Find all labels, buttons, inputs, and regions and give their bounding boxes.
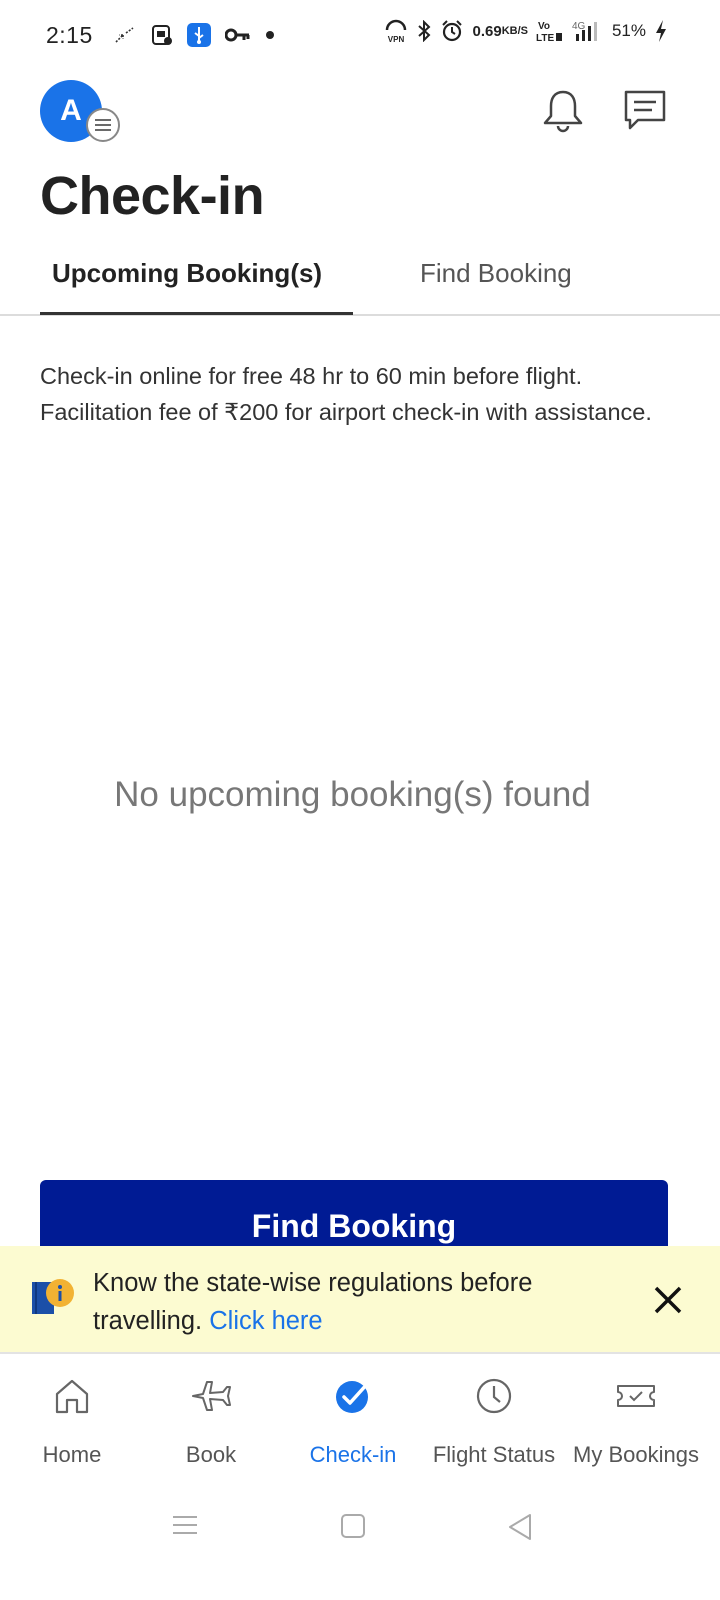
net-speed-value: 0.69 xyxy=(472,22,502,40)
empty-state-message: No upcoming booking(s) found xyxy=(114,775,591,814)
banner-message: Know the state-wise regulations before t… xyxy=(93,1264,613,1340)
sim-icon xyxy=(151,24,173,46)
tab-bar: Upcoming Booking(s) Find Booking xyxy=(0,240,720,316)
alarm-icon xyxy=(440,19,464,43)
tab-upcoming-bookings[interactable]: Upcoming Booking(s) xyxy=(52,258,322,289)
nav-item-home[interactable]: Home xyxy=(0,1374,144,1468)
banner-link[interactable]: Click here xyxy=(209,1307,322,1335)
battery-percent: 51% xyxy=(611,21,646,40)
bell-icon[interactable] xyxy=(540,88,586,139)
home-button-icon[interactable] xyxy=(340,1513,366,1544)
check-circle-icon xyxy=(281,1374,425,1418)
vpn-icon: VPN xyxy=(384,18,408,44)
signal-icon: 4G xyxy=(572,19,604,43)
avatar-letter: A xyxy=(60,94,82,127)
ticket-icon xyxy=(564,1374,708,1418)
nav-item-check-in[interactable]: Check-in xyxy=(281,1374,425,1468)
svg-text:VPN: VPN xyxy=(388,35,405,44)
nav-item-flight-status[interactable]: Flight Status xyxy=(422,1374,566,1468)
clock-icon xyxy=(422,1374,566,1418)
nav-label-check-in: Check-in xyxy=(309,1442,397,1467)
status-bar: 2:15 VPN 0.69 KB/S Vo LTE 4G 51% xyxy=(0,0,720,70)
charging-icon xyxy=(654,19,668,43)
dot-icon xyxy=(265,30,275,40)
svg-text:LTE: LTE xyxy=(536,33,554,43)
chat-icon[interactable] xyxy=(622,88,668,139)
status-time: 2:15 xyxy=(46,21,93,48)
page-title: Check-in xyxy=(40,166,265,226)
status-right-icons: VPN 0.69 KB/S Vo LTE 4G 51% xyxy=(384,18,668,44)
missed-call-icon xyxy=(113,25,137,45)
svg-text:Vo: Vo xyxy=(538,21,550,32)
nav-label-my-bookings: My Bookings xyxy=(573,1442,699,1467)
system-navigation xyxy=(0,1495,720,1600)
home-icon xyxy=(0,1374,144,1418)
nav-item-my-bookings[interactable]: My Bookings xyxy=(564,1374,708,1468)
close-icon[interactable] xyxy=(652,1284,684,1321)
regulations-banner: Know the state-wise regulations before t… xyxy=(0,1246,720,1354)
recents-icon[interactable] xyxy=(170,1513,200,1542)
checkin-info-text: Check-in online for free 48 hr to 60 min… xyxy=(40,363,652,425)
net-speed-unit: KB/S xyxy=(501,24,528,37)
key-icon xyxy=(224,27,251,43)
tab-find-booking[interactable]: Find Booking xyxy=(420,258,572,289)
volte-icon: Vo LTE xyxy=(536,19,564,43)
info-book-icon xyxy=(30,1278,78,1323)
nav-label-book: Book xyxy=(185,1442,237,1467)
status-left-icons xyxy=(113,23,275,47)
bottom-navigation: Home Book Check-in Flight Status My Book… xyxy=(0,1356,720,1491)
nav-item-book[interactable]: Book xyxy=(139,1374,283,1468)
nav-label-flight-status: Flight Status xyxy=(432,1442,556,1467)
nav-label-home: Home xyxy=(42,1442,102,1467)
back-icon[interactable] xyxy=(506,1513,534,1546)
plane-icon xyxy=(139,1374,283,1418)
menu-icon[interactable] xyxy=(86,108,120,142)
active-tab-indicator xyxy=(40,312,353,315)
bluetooth-icon xyxy=(416,20,432,42)
net-speed: 0.69 KB/S xyxy=(472,22,528,40)
usb-icon xyxy=(186,23,211,47)
